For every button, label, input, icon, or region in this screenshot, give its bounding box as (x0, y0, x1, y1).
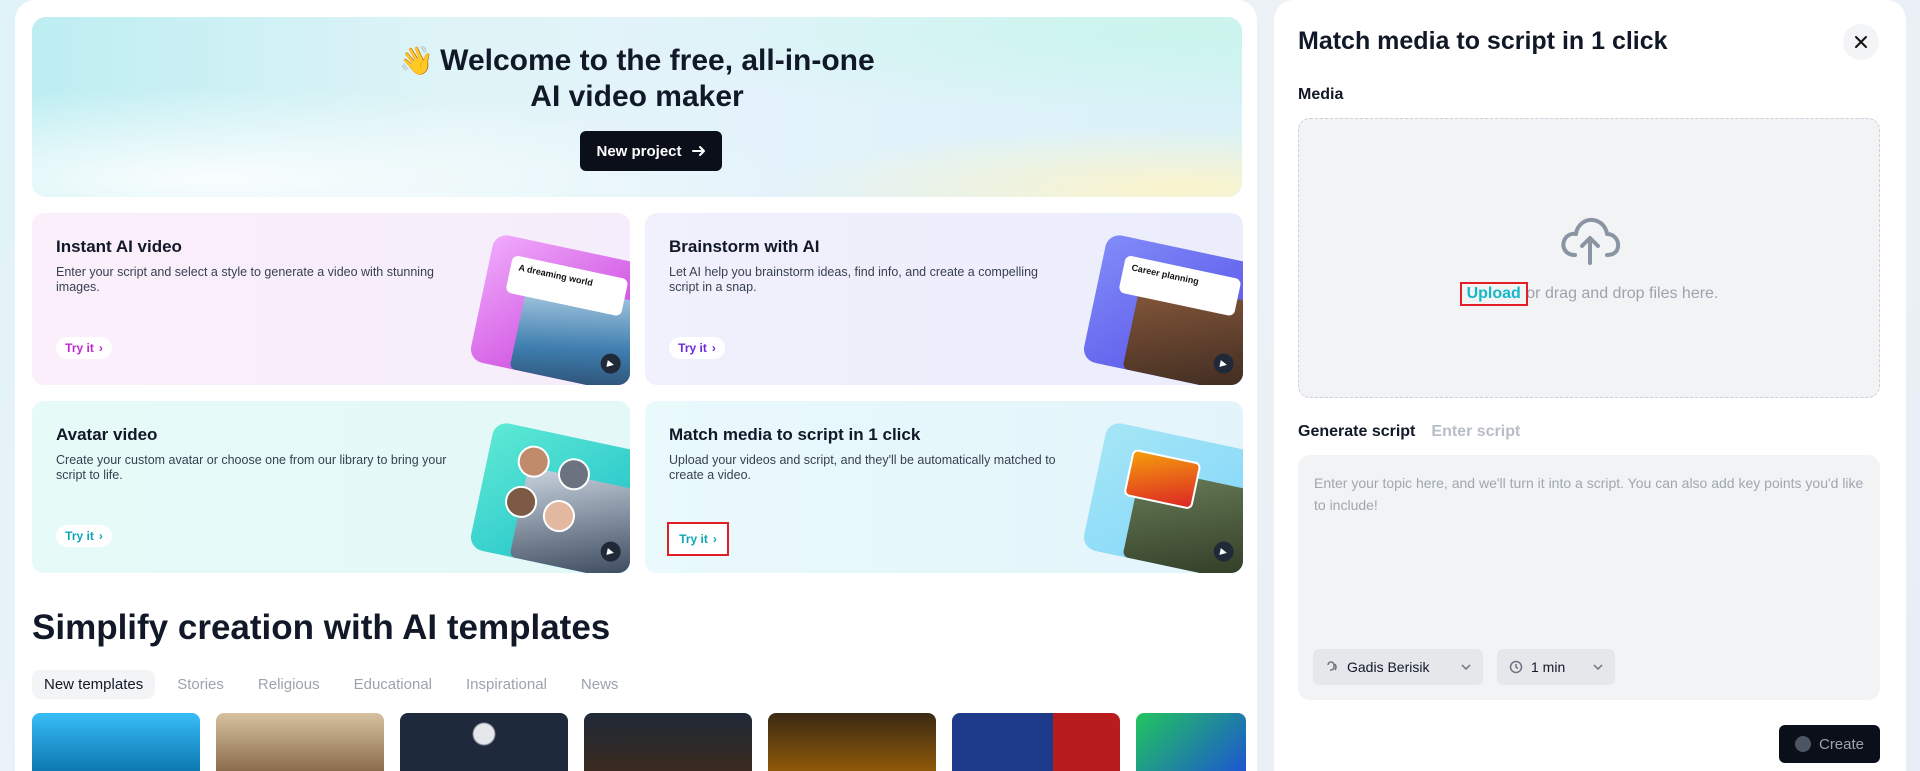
try-it-label: Try it (678, 341, 707, 355)
chevron-right-icon: › (98, 529, 103, 543)
template-thumbnail[interactable] (768, 713, 936, 771)
tab-inspirational[interactable]: Inspirational (454, 670, 559, 699)
try-it-label: Try it (65, 529, 94, 543)
card-title: Match media to script in 1 click (669, 425, 921, 444)
upload-instructions-text: or drag and drop files here. (1526, 285, 1719, 302)
try-it-label: Try it (679, 532, 708, 546)
prompt-chip-text: A dreaming world (517, 262, 594, 288)
template-thumbnail[interactable] (1136, 713, 1246, 771)
create-button[interactable]: Create (1779, 725, 1880, 763)
clock-icon (1509, 660, 1523, 674)
try-it-button[interactable]: Try it › (56, 525, 112, 547)
tab-religious[interactable]: Religious (246, 670, 332, 699)
try-it-button[interactable]: Try it › (669, 337, 725, 359)
template-thumbnails (32, 713, 1246, 771)
cloud-upload-icon (1561, 217, 1621, 265)
chevron-right-icon: › (712, 532, 717, 546)
prompt-chip-text: Career planning (1130, 262, 1200, 287)
create-label: Create (1818, 735, 1865, 753)
templates-title: Simplify creation with AI templates (32, 608, 611, 647)
script-input[interactable]: Enter your topic here, and we'll turn it… (1298, 455, 1880, 700)
try-it-button[interactable]: Try it › (56, 337, 112, 359)
upload-link[interactable]: Upload (1459, 282, 1528, 306)
tab-generate-script[interactable]: Generate script (1298, 423, 1415, 441)
try-it-label: Try it (65, 341, 94, 355)
hero-title-text: Welcome to the free, all-in-one AI video… (440, 44, 875, 113)
template-thumbnail[interactable] (400, 713, 568, 771)
template-thumbnail[interactable] (32, 713, 200, 771)
panel-title: Match media to script in 1 click (1298, 27, 1668, 55)
card-description: Create your custom avatar or choose one … (56, 453, 447, 482)
media-dropzone[interactable]: Upload or drag and drop files here. (1298, 118, 1880, 398)
script-placeholder: Enter your topic here, and we'll turn it… (1314, 475, 1864, 513)
template-thumbnail[interactable] (584, 713, 752, 771)
card-illustration: Career planning ▶ (1081, 232, 1243, 385)
card-instant-ai-video[interactable]: Instant AI video Enter your script and s… (32, 213, 630, 385)
create-icon (1794, 736, 1811, 752)
match-media-panel: Match media to script in 1 click Media U… (1274, 0, 1906, 771)
close-button[interactable] (1843, 24, 1879, 60)
card-match-media-to-script[interactable]: Match media to script in 1 click Upload … (645, 401, 1243, 573)
try-it-button[interactable]: Try it › (667, 522, 729, 556)
card-description: Upload your videos and script, and they'… (669, 453, 1056, 482)
close-icon (1855, 36, 1867, 48)
chevron-right-icon: › (711, 341, 716, 355)
voice-value: Gadis Berisik (1347, 659, 1430, 675)
template-tabs: New templates Stories Religious Educatio… (32, 670, 630, 699)
tab-stories[interactable]: Stories (165, 670, 236, 699)
card-description: Let AI help you brainstorm ideas, find i… (669, 265, 1038, 294)
template-thumbnail[interactable] (952, 713, 1120, 771)
card-description: Enter your script and select a style to … (56, 265, 434, 294)
tab-educational[interactable]: Educational (342, 670, 444, 699)
hero-title: 👋 Welcome to the free, all-in-one AI vide… (382, 43, 892, 115)
new-project-label: New project (596, 142, 682, 160)
media-label: Media (1298, 86, 1344, 103)
voice-icon (1327, 661, 1337, 671)
arrow-right-icon (691, 146, 705, 156)
card-avatar-video[interactable]: Avatar video Create your custom avatar o… (32, 401, 630, 573)
script-tabs: Generate script Enter script (1298, 423, 1520, 441)
chevron-down-icon (1593, 664, 1603, 671)
main-panel: 👋 Welcome to the free, all-in-one AI vide… (15, 0, 1257, 771)
duration-select[interactable]: 1 min (1497, 649, 1615, 685)
card-illustration: ▶ (468, 420, 630, 573)
waving-hand-icon: 👋 (399, 45, 435, 76)
hero-banner: 👋 Welcome to the free, all-in-one AI vide… (32, 17, 1242, 197)
card-illustration: ▶ (1081, 420, 1243, 573)
tab-new-templates[interactable]: New templates (32, 670, 156, 699)
tab-enter-script[interactable]: Enter script (1431, 423, 1520, 441)
duration-value: 1 min (1531, 659, 1566, 675)
new-project-button[interactable]: New project (580, 131, 722, 171)
card-title: Instant AI video (56, 237, 182, 256)
template-thumbnail[interactable] (216, 713, 384, 771)
chevron-right-icon: › (98, 341, 103, 355)
card-title: Avatar video (56, 425, 158, 444)
card-brainstorm-with-ai[interactable]: Brainstorm with AI Let AI help you brain… (645, 213, 1243, 385)
card-title: Brainstorm with AI (669, 237, 820, 256)
upload-instructions: Upload or drag and drop files here. (1299, 282, 1879, 306)
card-illustration: A dreaming world ▶ (468, 232, 630, 385)
tab-news[interactable]: News (569, 670, 631, 699)
chevron-down-icon (1461, 664, 1471, 671)
voice-select[interactable]: Gadis Berisik (1313, 649, 1483, 685)
